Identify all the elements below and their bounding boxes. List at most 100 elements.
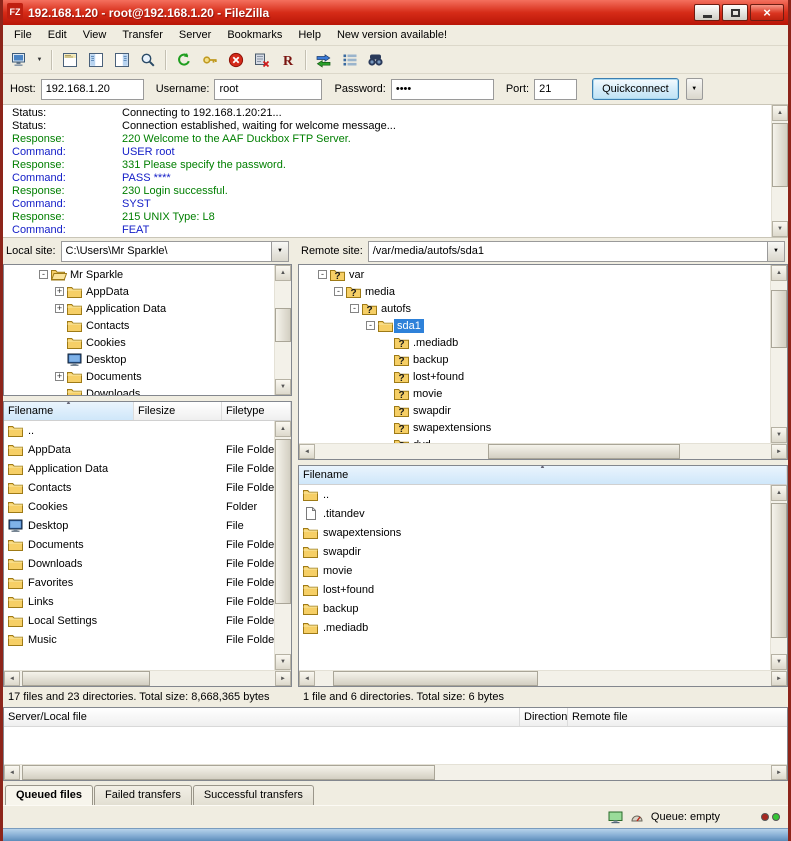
directory-filter-button[interactable] <box>135 48 160 71</box>
speed-limit-icon[interactable] <box>630 811 644 824</box>
queue-column-server-local-file[interactable]: Server/Local file <box>4 708 520 726</box>
tab-failed-transfers[interactable]: Failed transfers <box>94 785 192 805</box>
scroll-up-icon[interactable]: ▲ <box>772 105 788 121</box>
local-tree-item-mr-sparkle[interactable]: -Mr Sparkle <box>4 266 274 283</box>
local-site-combo[interactable]: C:\Users\Mr Sparkle\ ▼ <box>61 241 289 262</box>
scrollbar-thumb[interactable] <box>275 439 291 604</box>
column-header-filename[interactable]: Filename▲ <box>4 402 134 420</box>
local-file-row-cookies[interactable]: CookiesFolder <box>4 497 274 516</box>
collapse-icon[interactable]: - <box>350 304 359 313</box>
cancel-button[interactable] <box>223 48 248 71</box>
remote-tree-item-movie[interactable]: ?movie <box>299 385 770 402</box>
remote-file-row-titandev[interactable]: .titandev <box>299 504 770 523</box>
scroll-left-icon[interactable]: ◄ <box>299 444 315 459</box>
collapse-icon[interactable]: - <box>39 270 48 279</box>
remote-tree-item-dvd[interactable]: ?dvd <box>299 436 770 443</box>
queue-column-direction[interactable]: Direction <box>520 708 568 726</box>
scroll-up-icon[interactable]: ▲ <box>771 485 787 501</box>
remote-tree-item-swapdir[interactable]: ?swapdir <box>299 402 770 419</box>
remote-tree-item-backup[interactable]: ?backup <box>299 351 770 368</box>
scroll-up-icon[interactable]: ▲ <box>275 421 291 437</box>
scrollbar-track[interactable] <box>315 444 771 459</box>
scrollbar-track[interactable] <box>771 281 787 427</box>
site-manager-dropdown[interactable]: ▼ <box>33 48 46 71</box>
scrollbar-track[interactable] <box>315 671 771 686</box>
scroll-right-icon[interactable]: ► <box>771 671 787 686</box>
scroll-up-icon[interactable]: ▲ <box>771 265 787 281</box>
column-header-filesize[interactable]: Filesize <box>134 402 222 420</box>
scroll-right-icon[interactable]: ► <box>275 671 291 686</box>
reconnect-button[interactable]: R <box>275 48 300 71</box>
expand-icon[interactable]: + <box>55 304 64 313</box>
local-file-row-contacts[interactable]: ContactsFile Folder <box>4 478 274 497</box>
scroll-up-icon[interactable]: ▲ <box>275 265 291 281</box>
remote-file-row-backup[interactable]: backup <box>299 599 770 618</box>
scrollbar-track[interactable] <box>20 765 771 780</box>
local-tree-item-contacts[interactable]: Contacts <box>4 317 274 334</box>
scrollbar-thumb[interactable] <box>488 444 680 459</box>
scrollbar-thumb[interactable] <box>275 308 291 341</box>
scrollbar-thumb[interactable] <box>22 765 435 780</box>
refresh-button[interactable] <box>171 48 196 71</box>
local-file-row-appdata[interactable]: AppDataFile Folder <box>4 440 274 459</box>
port-input[interactable] <box>534 79 577 100</box>
maximize-button[interactable] <box>722 4 748 21</box>
remote-list-hscrollbar[interactable]: ◄ ► <box>299 670 787 686</box>
scroll-left-icon[interactable]: ◄ <box>4 671 20 686</box>
directory-comparison-button[interactable] <box>311 48 336 71</box>
scroll-left-icon[interactable]: ◄ <box>4 765 20 780</box>
toggle-remote-tree-button[interactable] <box>109 48 134 71</box>
menu-item-view[interactable]: View <box>75 26 115 44</box>
tab-successful-transfers[interactable]: Successful transfers <box>193 785 314 805</box>
password-input[interactable] <box>391 79 494 100</box>
local-file-row-desktop[interactable]: DesktopFile <box>4 516 274 535</box>
remote-file-row-mediadb[interactable]: .mediadb <box>299 618 770 637</box>
remote-file-row-movie[interactable]: movie <box>299 561 770 580</box>
disconnect-button[interactable] <box>249 48 274 71</box>
scrollbar-thumb[interactable] <box>772 123 788 187</box>
scrollbar-track[interactable] <box>771 501 787 654</box>
collapse-icon[interactable]: - <box>366 321 375 330</box>
toggle-local-tree-button[interactable] <box>83 48 108 71</box>
remote-file-row-swapextensions[interactable]: swapextensions <box>299 523 770 542</box>
local-file-row-links[interactable]: LinksFile Folder <box>4 592 274 611</box>
scrollbar-track[interactable] <box>772 121 788 221</box>
queue-hscrollbar[interactable]: ◄ ► <box>4 764 787 780</box>
scrollbar-track[interactable] <box>275 437 291 654</box>
dropdown-icon[interactable]: ▼ <box>271 242 288 261</box>
scrollbar-track[interactable] <box>275 281 291 379</box>
scrollbar-thumb[interactable] <box>22 671 150 686</box>
site-manager-button[interactable] <box>7 48 32 71</box>
scroll-down-icon[interactable]: ▼ <box>772 221 788 237</box>
remote-tree-item-swapextensions[interactable]: ?swapextensions <box>299 419 770 436</box>
remote-file-row-swapdir[interactable]: swapdir <box>299 542 770 561</box>
local-list-scrollbar[interactable]: ▲ ▼ <box>274 421 291 670</box>
close-button[interactable]: × <box>750 4 784 21</box>
username-input[interactable] <box>214 79 322 100</box>
expand-icon[interactable]: + <box>55 372 64 381</box>
menu-item-server[interactable]: Server <box>171 26 219 44</box>
remote-tree-item-lost-found[interactable]: ?lost+found <box>299 368 770 385</box>
host-input[interactable] <box>41 79 144 100</box>
remote-tree-item-var[interactable]: -?var <box>299 266 770 283</box>
menu-item-file[interactable]: File <box>6 26 40 44</box>
remote-tree-item-media[interactable]: -?media <box>299 283 770 300</box>
scroll-left-icon[interactable]: ◄ <box>299 671 315 686</box>
queue-column-remote-file[interactable]: Remote file <box>568 708 787 726</box>
local-file-row-documents[interactable]: DocumentsFile Folder <box>4 535 274 554</box>
quickconnect-dropdown[interactable]: ▼ <box>686 78 703 100</box>
scrollbar-track[interactable] <box>20 671 275 686</box>
find-files-button[interactable] <box>363 48 388 71</box>
collapse-icon[interactable]: - <box>334 287 343 296</box>
expand-icon[interactable]: + <box>55 287 64 296</box>
dropdown-icon[interactable]: ▼ <box>767 242 784 261</box>
scroll-down-icon[interactable]: ▼ <box>771 654 787 670</box>
scroll-down-icon[interactable]: ▼ <box>275 379 291 395</box>
menu-item-new-version-available[interactable]: New version available! <box>329 26 455 44</box>
tab-queued-files[interactable]: Queued files <box>5 785 93 805</box>
local-file-row-application-data[interactable]: Application DataFile Folder <box>4 459 274 478</box>
remote-tree-hscrollbar[interactable]: ◄ ► <box>299 443 787 459</box>
remote-file-row-lost-found[interactable]: lost+found <box>299 580 770 599</box>
scroll-right-icon[interactable]: ► <box>771 765 787 780</box>
local-file-row-local-settings[interactable]: Local SettingsFile Folder <box>4 611 274 630</box>
